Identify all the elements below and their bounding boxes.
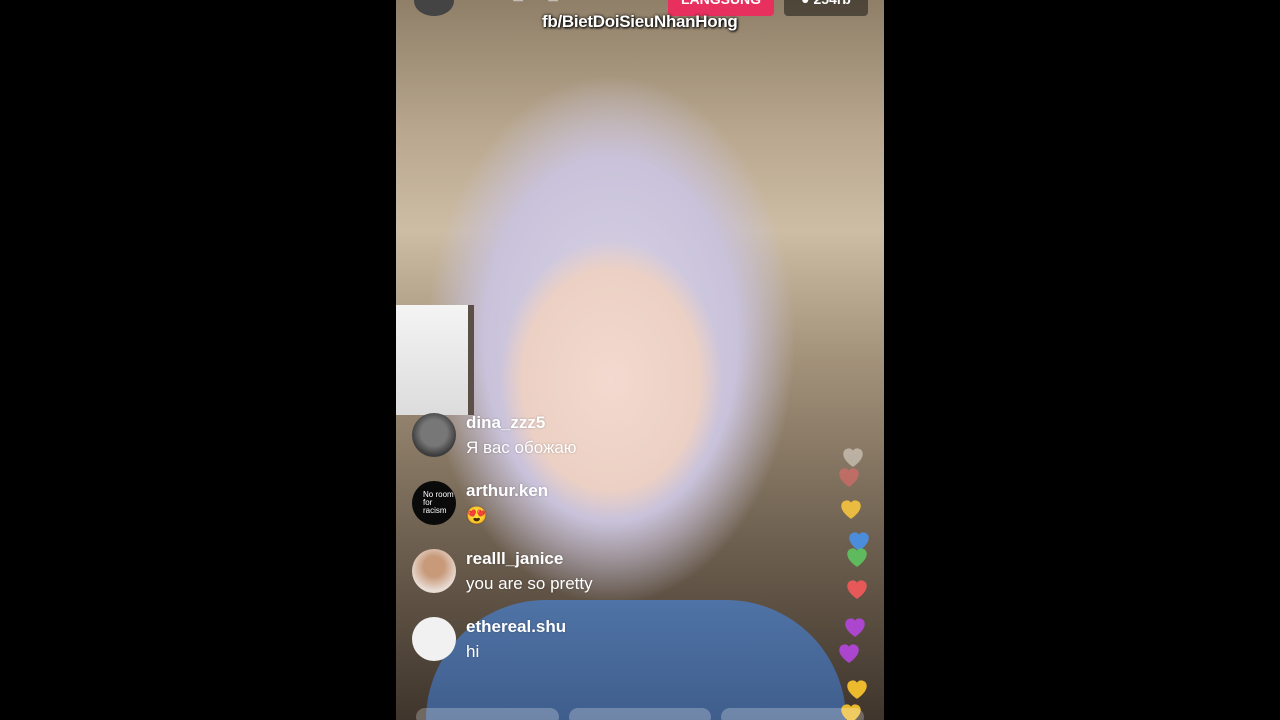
live-video-stage: roses_are_rosie LANGSUNG ● 254rb fb/Biet… [396,0,884,720]
comment-avatar[interactable] [412,413,456,457]
heart-icon [844,544,870,568]
heart-icon [836,640,862,664]
heart-icon [838,496,864,520]
car-window [396,305,474,415]
heart-icon [844,676,870,700]
share-button[interactable] [568,708,712,720]
comment-text: you are so pretty [466,574,593,593]
comment-avatar[interactable]: No room for racism [412,481,456,525]
heart-icon [842,614,868,638]
streamer-username[interactable]: roses_are_rosie [468,0,598,4]
comment-username[interactable]: dina_zzz5 [466,413,545,433]
comment-bar [416,708,865,720]
streamer-avatar[interactable] [414,0,454,16]
comment-avatar[interactable] [412,549,456,593]
comment-username[interactable]: arthur.ken [466,481,548,501]
watermark-text: fb/BietDoiSieuNhanHong [542,12,738,31]
viewer-count-badge[interactable]: ● 254rb [784,0,868,16]
comment-avatar[interactable] [412,617,456,661]
heart-icon [836,464,862,488]
comment-username[interactable]: ethereal.shu [466,617,566,637]
comment-input[interactable] [416,708,559,720]
heart-button[interactable] [721,708,865,720]
comment-text: hi [466,642,480,661]
comment-username[interactable]: realll_janice [466,549,563,569]
heart-icon [844,576,870,600]
comment-text: Я вас обожаю [466,438,577,457]
viewer-count: 254rb [814,0,851,7]
eye-icon: ● [801,0,813,7]
comment-text: 😍 [466,506,488,525]
